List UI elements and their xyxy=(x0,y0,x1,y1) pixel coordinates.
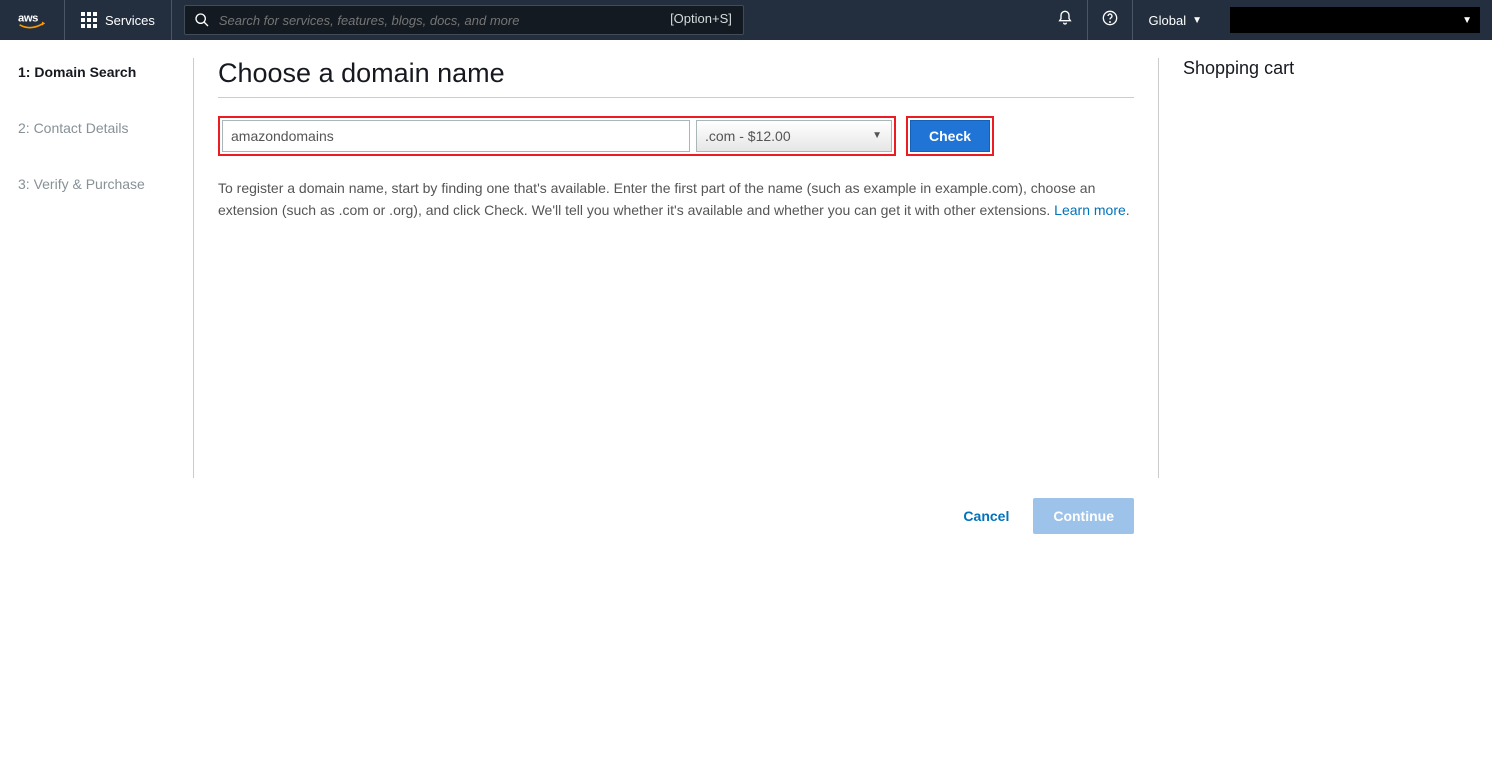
nav-right: Global ▼ ▼ xyxy=(1043,0,1480,40)
domain-search-row: .com - $12.00 ▼ Check xyxy=(218,116,1134,156)
step-label: 3: Verify & Purchase xyxy=(18,176,145,192)
domain-name-input[interactable] xyxy=(222,120,690,152)
tld-select[interactable]: .com - $12.00 xyxy=(696,120,892,152)
region-label: Global xyxy=(1149,13,1187,28)
grid-icon xyxy=(81,12,97,28)
footer-actions: Cancel Continue xyxy=(0,478,1158,534)
help-icon xyxy=(1102,10,1118,31)
top-nav: aws Services [Option+S] xyxy=(0,0,1492,40)
highlighted-check-button: Check xyxy=(906,116,994,156)
step-domain-search[interactable]: 1: Domain Search xyxy=(18,64,193,80)
main-content: Choose a domain name .com - $12.00 ▼ Che… xyxy=(194,58,1158,478)
help-text-body: To register a domain name, start by find… xyxy=(218,180,1095,218)
region-selector[interactable]: Global ▼ xyxy=(1132,0,1218,40)
help-text: To register a domain name, start by find… xyxy=(218,178,1134,221)
steps-sidebar: 1: Domain Search 2: Contact Details 3: V… xyxy=(0,58,194,478)
step-label: 2: Contact Details xyxy=(18,120,129,136)
page-title: Choose a domain name xyxy=(218,58,1134,98)
caret-down-icon: ▼ xyxy=(1462,15,1472,26)
highlighted-input-group: .com - $12.00 ▼ xyxy=(218,116,896,156)
learn-more-link[interactable]: Learn more xyxy=(1054,202,1126,218)
svg-text:aws: aws xyxy=(18,13,38,25)
help-text-period: . xyxy=(1126,202,1130,218)
page-body: 1: Domain Search 2: Contact Details 3: V… xyxy=(0,40,1492,478)
bell-icon xyxy=(1057,10,1073,31)
aws-logo[interactable]: aws xyxy=(12,0,65,40)
shopping-cart-panel: Shopping cart xyxy=(1158,58,1468,478)
cart-title: Shopping cart xyxy=(1183,58,1444,79)
account-menu[interactable]: ▼ xyxy=(1230,7,1480,33)
notifications-button[interactable] xyxy=(1043,0,1087,40)
step-label: 1: Domain Search xyxy=(18,64,136,80)
step-verify-purchase[interactable]: 3: Verify & Purchase xyxy=(18,176,193,192)
caret-down-icon: ▼ xyxy=(1192,15,1202,26)
check-button[interactable]: Check xyxy=(910,120,990,152)
search-icon xyxy=(194,12,210,33)
cancel-button[interactable]: Cancel xyxy=(963,508,1009,524)
help-button[interactable] xyxy=(1087,0,1132,40)
step-contact-details[interactable]: 2: Contact Details xyxy=(18,120,193,136)
search-shortcut-hint: [Option+S] xyxy=(670,11,732,26)
search-input[interactable] xyxy=(184,5,744,35)
search-container: [Option+S] xyxy=(184,5,744,35)
services-label: Services xyxy=(105,13,155,28)
services-menu[interactable]: Services xyxy=(65,0,172,40)
continue-button[interactable]: Continue xyxy=(1033,498,1134,534)
